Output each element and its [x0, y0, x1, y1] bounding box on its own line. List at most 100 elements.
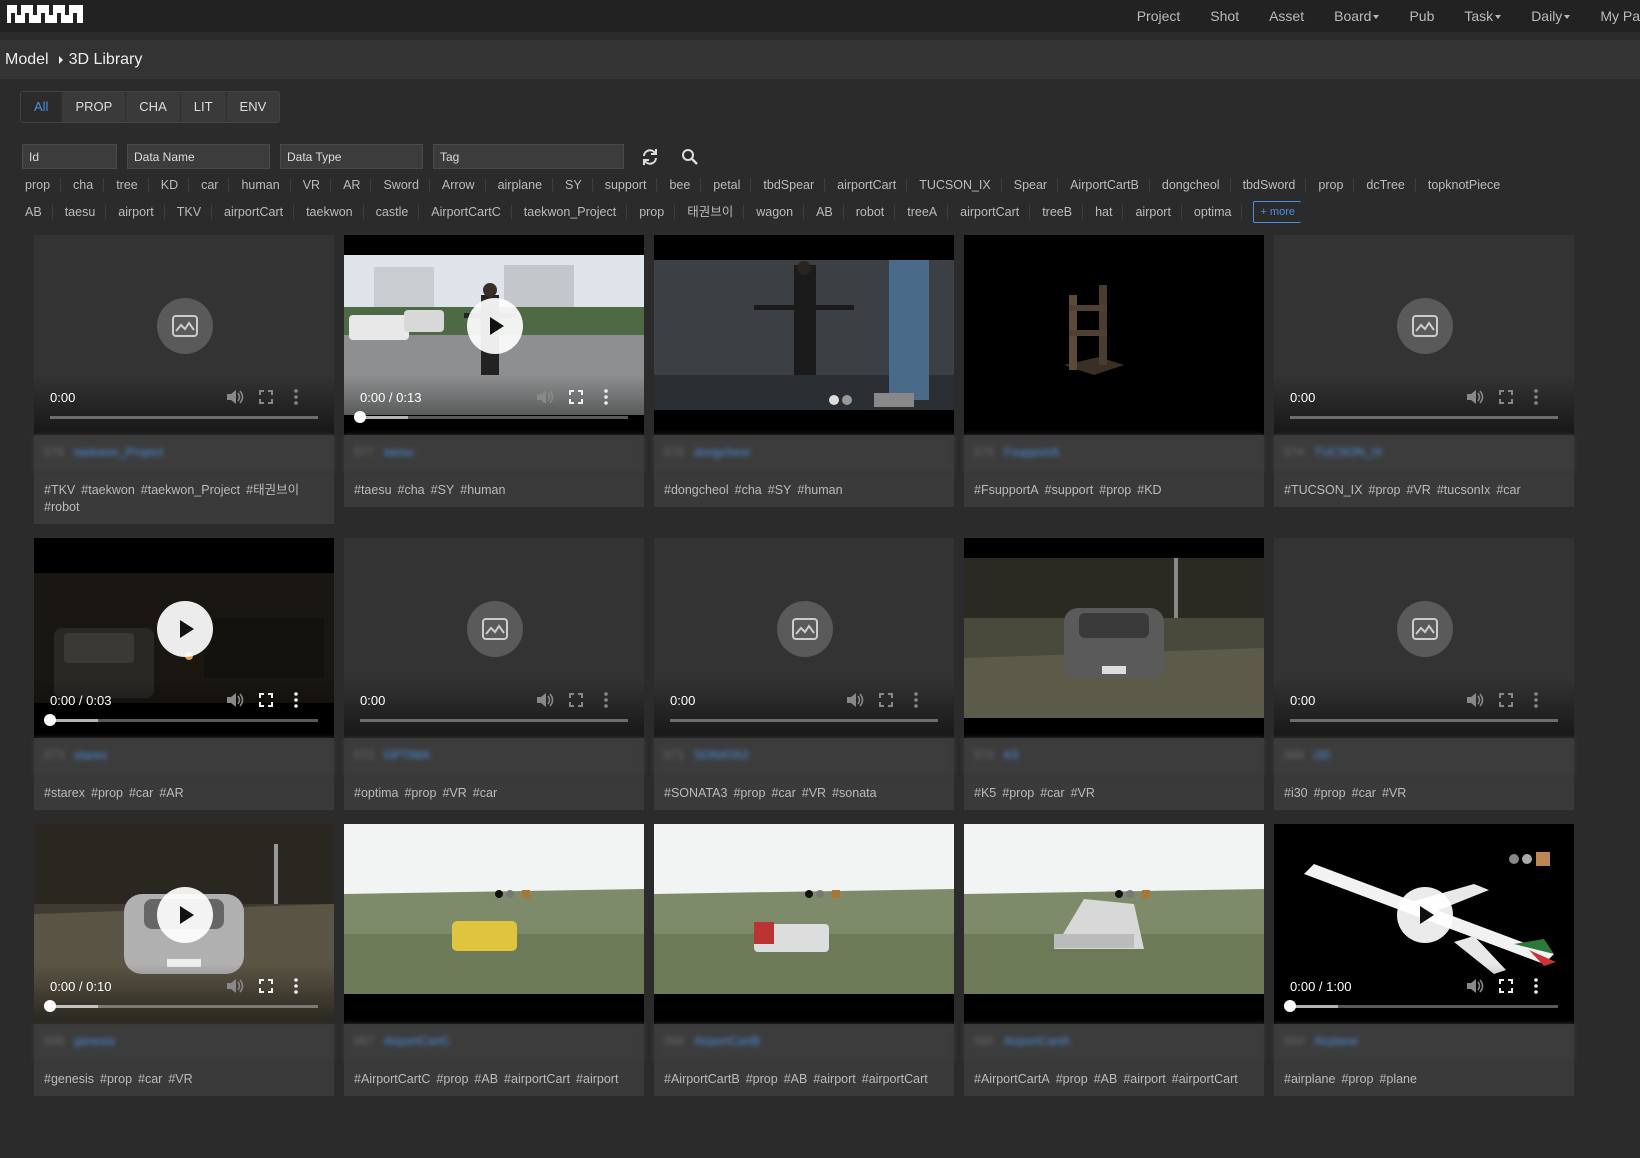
asset-preview[interactable]: 0:00 / 0:03: [34, 538, 334, 738]
tag-chip[interactable]: Spear: [1011, 178, 1059, 192]
tag-chip[interactable]: optima: [1191, 205, 1243, 219]
nav-item-shot[interactable]: Shot: [1195, 8, 1254, 24]
asset-tag[interactable]: #dongcheol: [664, 483, 729, 497]
asset-tag[interactable]: #SONATA3: [664, 786, 727, 800]
asset-tag[interactable]: #airportCart: [862, 1072, 928, 1086]
asset-tag[interactable]: #prop: [1056, 1072, 1088, 1086]
nav-item-task[interactable]: Task: [1449, 8, 1516, 24]
asset-tag[interactable]: #FsupportA: [974, 483, 1039, 497]
more-options-icon[interactable]: [905, 689, 927, 711]
tab-prop[interactable]: PROP: [62, 92, 127, 122]
tag-chip[interactable]: topknotPiece: [1425, 178, 1510, 192]
asset-preview[interactable]: 0:00: [344, 538, 644, 738]
breadcrumb-root[interactable]: Model: [5, 51, 49, 69]
asset-card[interactable]: 575 FsupportA #FsupportA #support #prop #KD: [964, 235, 1264, 507]
progress-bar[interactable]: [44, 714, 318, 726]
asset-preview[interactable]: 0:00: [1274, 235, 1574, 435]
tag-chip[interactable]: wagon: [753, 205, 805, 219]
asset-name-link[interactable]: i30: [1314, 748, 1330, 762]
asset-tag[interactable]: #prop: [404, 786, 436, 800]
tag-chip[interactable]: TUCSON_IX: [916, 178, 1002, 192]
asset-tag[interactable]: #human: [460, 483, 505, 497]
asset-preview[interactable]: [654, 824, 954, 1024]
more-options-icon[interactable]: [285, 689, 307, 711]
asset-tag[interactable]: #airport: [576, 1072, 618, 1086]
asset-tag[interactable]: #prop: [91, 786, 123, 800]
tag-chip[interactable]: AB: [813, 205, 844, 219]
fullscreen-icon[interactable]: [255, 975, 277, 997]
play-icon[interactable]: [157, 601, 213, 657]
asset-tag[interactable]: #VR: [1406, 483, 1430, 497]
progress-bar[interactable]: [354, 411, 628, 423]
asset-name-link[interactable]: TUCSON_IX: [1314, 445, 1383, 459]
tag-chip[interactable]: treeA: [904, 205, 949, 219]
tag-chip[interactable]: cha: [70, 178, 105, 192]
progress-bar[interactable]: [50, 416, 318, 419]
tag-chip[interactable]: hat: [1092, 205, 1124, 219]
asset-tag[interactable]: #car: [771, 786, 795, 800]
volume-icon[interactable]: [224, 386, 246, 408]
asset-tag[interactable]: #K5: [974, 786, 996, 800]
asset-preview[interactable]: [964, 824, 1264, 1024]
logo-icon[interactable]: [5, 1, 85, 27]
asset-tag[interactable]: #AR: [159, 786, 183, 800]
asset-tag[interactable]: #VR: [168, 1072, 192, 1086]
tag-chip[interactable]: prop: [636, 205, 676, 219]
asset-preview[interactable]: 0:00: [1274, 538, 1574, 738]
asset-tag[interactable]: #cha: [735, 483, 762, 497]
asset-tag[interactable]: #airplane: [1284, 1072, 1335, 1086]
tag-chip[interactable]: Arrow: [439, 178, 486, 192]
tag-chip[interactable]: dongcheol: [1159, 178, 1231, 192]
asset-preview[interactable]: [344, 824, 644, 1024]
fullscreen-icon[interactable]: [1495, 386, 1517, 408]
tag-chip[interactable]: Sword: [380, 178, 430, 192]
asset-tag[interactable]: #prop: [733, 786, 765, 800]
asset-card[interactable]: 0:00 574 TUCSON_IX #TUCSON_IX #prop #VR #tucso…: [1274, 235, 1574, 507]
fullscreen-icon[interactable]: [255, 689, 277, 711]
nav-item-my-pa[interactable]: My Pa: [1585, 8, 1640, 24]
tag-chip[interactable]: airportCart: [221, 205, 295, 219]
tag-chip[interactable]: AB: [22, 205, 53, 219]
asset-card[interactable]: 0:00 578 taekwon_Project #TKV #taekwon #taekw…: [34, 235, 334, 524]
asset-card[interactable]: 0:00 / 1:00 564 Airplane #airplane #prop #pla…: [1274, 824, 1574, 1096]
asset-tag[interactable]: #car: [1040, 786, 1064, 800]
volume-icon[interactable]: [534, 689, 556, 711]
fullscreen-icon[interactable]: [1495, 689, 1517, 711]
asset-tag[interactable]: #KD: [1137, 483, 1161, 497]
tag-chip[interactable]: airport: [115, 205, 165, 219]
asset-tag[interactable]: #VR: [802, 786, 826, 800]
asset-preview[interactable]: 0:00: [34, 235, 334, 435]
asset-tag[interactable]: #VR: [1071, 786, 1095, 800]
asset-tag[interactable]: #car: [138, 1072, 162, 1086]
asset-tag[interactable]: #prop: [100, 1072, 132, 1086]
tag-chip[interactable]: prop: [22, 178, 62, 192]
asset-tag[interactable]: #AirportCartC: [354, 1072, 430, 1086]
asset-tag[interactable]: #airport: [813, 1072, 855, 1086]
volume-icon[interactable]: [224, 975, 246, 997]
progress-handle[interactable]: [1284, 1000, 1296, 1012]
more-options-icon[interactable]: [1525, 386, 1547, 408]
asset-preview[interactable]: 0:00 / 1:00: [1274, 824, 1574, 1024]
tag-chip[interactable]: taekwon_Project: [521, 205, 628, 219]
tag-chip[interactable]: human: [238, 178, 291, 192]
tag-chip[interactable]: KD: [158, 178, 190, 192]
tag-chip[interactable]: TKV: [174, 205, 213, 219]
more-options-icon[interactable]: [1525, 975, 1547, 997]
asset-card[interactable]: 566 AirportCartB #AirportCartB #prop #AB #air…: [654, 824, 954, 1096]
asset-tag[interactable]: #prop: [1341, 1072, 1373, 1086]
asset-card[interactable]: 0:00 569 i30 #i30 #prop #car #VR: [1274, 538, 1574, 810]
asset-tag[interactable]: #TKV: [44, 483, 75, 497]
asset-preview[interactable]: 0:00 / 0:10: [34, 824, 334, 1024]
asset-name-link[interactable]: K5: [1004, 748, 1019, 762]
play-icon[interactable]: [1397, 887, 1453, 943]
tag-chip[interactable]: car: [198, 178, 230, 192]
tab-lit[interactable]: LIT: [181, 92, 227, 122]
asset-name-link[interactable]: OPTIMA: [384, 748, 430, 762]
tag-filter-input[interactable]: [433, 144, 624, 169]
asset-preview[interactable]: 0:00: [654, 538, 954, 738]
fullscreen-icon[interactable]: [565, 689, 587, 711]
tag-chip[interactable]: bee: [666, 178, 702, 192]
asset-name-link[interactable]: FsupportA: [1004, 445, 1059, 459]
asset-tag[interactable]: #genesis: [44, 1072, 94, 1086]
asset-tag[interactable]: #cha: [398, 483, 425, 497]
